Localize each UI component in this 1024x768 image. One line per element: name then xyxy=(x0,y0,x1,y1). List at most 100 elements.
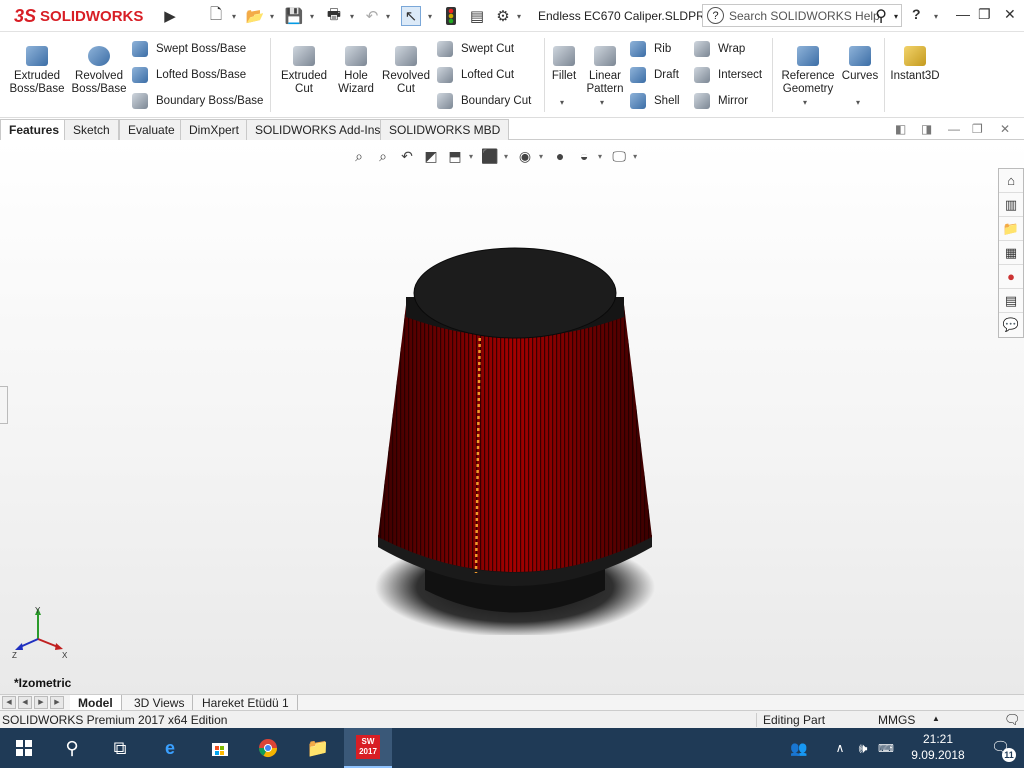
hide-show-items-icon[interactable]: ◉ xyxy=(515,147,535,165)
hide-show-caret-icon[interactable]: ▾ xyxy=(539,152,543,161)
search-caret-icon[interactable]: ▾ xyxy=(894,12,898,21)
volume-icon[interactable]: 🕪 xyxy=(852,728,874,768)
view-orientation-icon[interactable]: ⬒ xyxy=(445,147,465,165)
solidworks-logo[interactable]: 3S SOLIDWORKS xyxy=(0,0,156,32)
undo-caret-icon[interactable]: ▾ xyxy=(386,12,390,21)
edge-browser-icon[interactable]: e xyxy=(146,728,194,768)
reference-geometry-caret-icon[interactable]: ▾ xyxy=(803,98,807,107)
solidworks-taskbar-app[interactable]: SW 2017 xyxy=(344,728,392,768)
tab-sketch[interactable]: Sketch xyxy=(64,119,119,140)
search-icon[interactable]: ⚲ xyxy=(875,6,887,26)
boundary-boss-button[interactable]: Boundary Boss/Base xyxy=(132,92,263,110)
home-icon[interactable]: ⌂ xyxy=(999,169,1023,193)
print-icon[interactable]: 🖶 xyxy=(324,6,344,26)
lofted-boss-button[interactable]: Lofted Boss/Base xyxy=(132,66,246,84)
linear-pattern-button[interactable]: Linear Pattern xyxy=(584,46,626,96)
revolved-cut-button[interactable]: Revolved Cut xyxy=(380,46,432,96)
next-view-icon[interactable]: ◨ xyxy=(921,122,932,136)
custom-properties-icon[interactable]: ▤ xyxy=(999,289,1023,313)
options-caret-icon[interactable]: ▾ xyxy=(517,12,521,21)
swept-cut-button[interactable]: Swept Cut xyxy=(437,40,514,58)
curves-button[interactable]: Curves xyxy=(840,46,880,83)
shell-button[interactable]: Shell xyxy=(630,92,680,110)
search-icon[interactable]: ⚲ xyxy=(48,728,96,768)
fillet-button[interactable]: Fillet xyxy=(548,46,580,83)
select-pointer-icon[interactable]: ↖ xyxy=(401,6,421,26)
customize-status-icon[interactable]: 🗨 xyxy=(1004,712,1021,728)
minimize-icon[interactable]: — xyxy=(956,6,970,22)
select-caret-icon[interactable]: ▾ xyxy=(428,12,432,21)
tab-3d-views[interactable]: 3D Views xyxy=(126,695,194,711)
file-explorer-icon[interactable]: 📁 xyxy=(999,217,1023,241)
save-icon[interactable]: 💾 xyxy=(284,6,304,26)
rebuild-traffic-light-icon[interactable] xyxy=(441,6,461,26)
edit-appearance-icon[interactable]: ● xyxy=(550,147,570,165)
viewport-close-icon[interactable]: ✕ xyxy=(1000,122,1010,136)
tab-dimxpert[interactable]: DimXpert xyxy=(180,119,249,140)
tab-addins[interactable]: SOLIDWORKS Add-Ins xyxy=(246,119,390,140)
task-view-icon[interactable]: ⧉ xyxy=(96,728,144,768)
wrap-button[interactable]: Wrap xyxy=(694,40,745,58)
open-folder-icon[interactable]: 📂 xyxy=(245,6,265,26)
new-document-icon[interactable]: 🗋 xyxy=(206,6,226,26)
viewport-minimize-icon[interactable]: — xyxy=(948,122,960,136)
file-properties-icon[interactable]: ▤ xyxy=(467,6,487,26)
tab-motion-study[interactable]: Hareket Etüdü 1 xyxy=(194,695,298,711)
fillet-caret-icon[interactable]: ▾ xyxy=(560,98,564,107)
intersect-button[interactable]: Intersect xyxy=(694,66,762,84)
tab-model[interactable]: Model xyxy=(70,695,122,711)
forum-icon[interactable]: 💬 xyxy=(999,313,1023,337)
view-settings-monitor-icon[interactable]: 🖵 xyxy=(609,147,629,165)
boundary-cut-button[interactable]: Boundary Cut xyxy=(437,92,531,110)
tab-mbd[interactable]: SOLIDWORKS MBD xyxy=(380,119,510,140)
curves-caret-icon[interactable]: ▾ xyxy=(856,98,860,107)
save-caret-icon[interactable]: ▾ xyxy=(310,12,314,21)
appearances-icon[interactable]: ● xyxy=(999,265,1023,289)
open-caret-icon[interactable]: ▾ xyxy=(270,12,274,21)
design-library-icon[interactable]: ▥ xyxy=(999,193,1023,217)
tab-features[interactable]: Features xyxy=(0,119,69,140)
reference-geometry-button[interactable]: Reference Geometry xyxy=(778,46,838,96)
feature-manager-handle[interactable] xyxy=(0,386,8,424)
next-tab-icon[interactable]: ▶ xyxy=(34,696,48,709)
help-caret-icon[interactable]: ▾ xyxy=(934,12,938,21)
print-caret-icon[interactable]: ▾ xyxy=(350,12,354,21)
mirror-button[interactable]: Mirror xyxy=(694,92,748,110)
zoom-to-fit-icon[interactable]: ⌕ xyxy=(349,147,369,165)
tray-expand-icon[interactable]: ∧ xyxy=(830,728,850,768)
system-clock[interactable]: 21:21 9.09.2018 xyxy=(906,731,970,763)
help-search-input[interactable]: ? Search SOLIDWORKS Help ⚲ ▾ xyxy=(702,4,902,27)
restore-icon[interactable]: ❐ xyxy=(978,6,991,23)
chrome-icon[interactable] xyxy=(244,728,292,768)
view-settings-caret-icon[interactable]: ▾ xyxy=(633,152,637,161)
tab-evaluate[interactable]: Evaluate xyxy=(119,119,184,140)
extruded-cut-button[interactable]: Extruded Cut xyxy=(276,46,332,96)
viewport-restore-icon[interactable]: ❐ xyxy=(972,122,983,136)
swept-boss-button[interactable]: Swept Boss/Base xyxy=(132,40,246,58)
zoom-to-area-icon[interactable]: ⌕ xyxy=(373,147,393,165)
units-caret-icon[interactable]: ▲ xyxy=(932,714,940,723)
previous-view-icon[interactable]: ◧ xyxy=(895,122,906,136)
draft-button[interactable]: Draft xyxy=(630,66,679,84)
rib-button[interactable]: Rib xyxy=(630,40,671,58)
flyout-arrow-icon[interactable]: ▶ xyxy=(160,6,180,26)
lofted-cut-button[interactable]: Lofted Cut xyxy=(437,66,514,84)
previous-view-icon[interactable]: ↶ xyxy=(397,147,417,165)
view-palette-icon[interactable]: ▦ xyxy=(999,241,1023,265)
first-tab-icon[interactable]: ◀ xyxy=(2,696,16,709)
section-view-icon[interactable]: ◩ xyxy=(421,147,441,165)
extruded-boss-button[interactable]: Extruded Boss/Base xyxy=(8,46,66,96)
file-explorer-icon[interactable]: 📁 xyxy=(294,728,342,768)
store-icon[interactable] xyxy=(196,728,244,768)
apply-scene-icon[interactable]: ◒ xyxy=(574,147,594,165)
graphics-area[interactable]: ⌕ ⌕ ↶ ◩ ⬒ ▾ ⬛ ▾ ◉ ▾ ● ◒ ▾ 🖵 ▾ Y X Z *Izo… xyxy=(0,140,1024,694)
unit-system[interactable]: MMGS xyxy=(878,713,915,727)
new-caret-icon[interactable]: ▾ xyxy=(232,12,236,21)
undo-icon[interactable]: ↶ xyxy=(362,6,382,26)
close-icon[interactable]: ✕ xyxy=(1004,6,1016,23)
last-tab-icon[interactable]: ▶ xyxy=(50,696,64,709)
people-icon[interactable]: 👥 xyxy=(784,728,814,768)
prev-tab-icon[interactable]: ◀ xyxy=(18,696,32,709)
instant3d-button[interactable]: Instant3D xyxy=(888,46,942,83)
help-menu-icon[interactable]: ? xyxy=(912,6,921,22)
